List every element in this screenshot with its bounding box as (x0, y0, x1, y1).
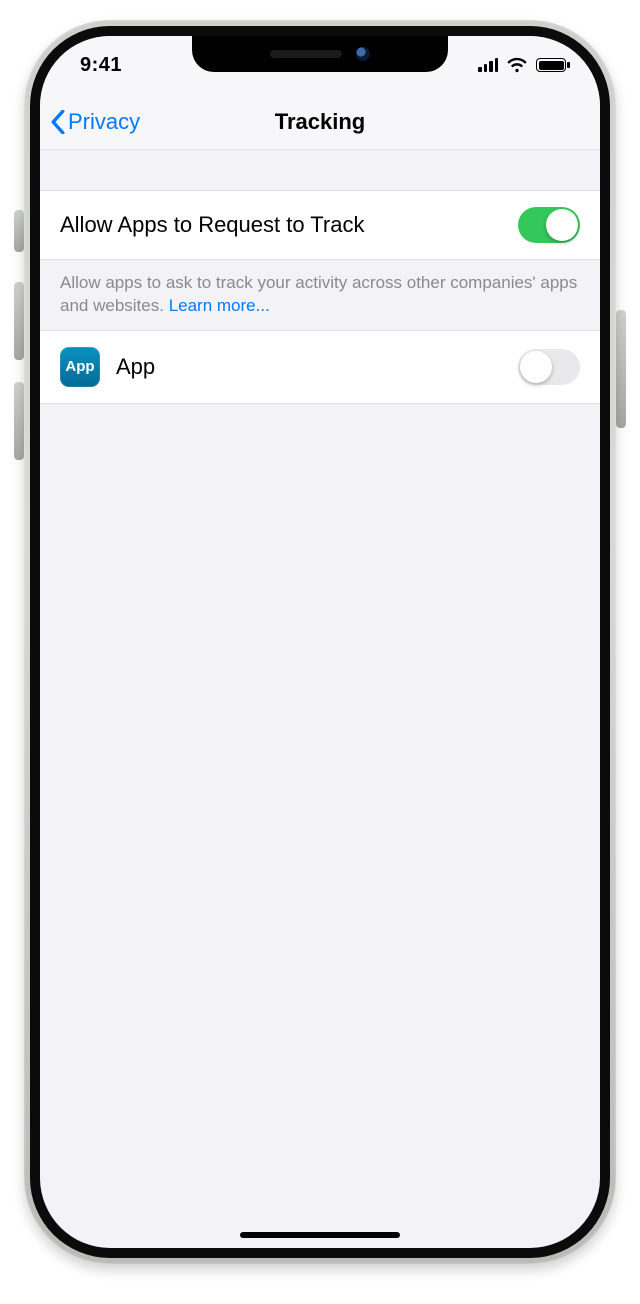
back-button[interactable]: Privacy (50, 94, 140, 149)
nav-bar: Privacy Tracking (40, 94, 600, 150)
allow-apps-request-row[interactable]: Allow Apps to Request to Track (40, 190, 600, 260)
page-title: Tracking (275, 109, 365, 135)
volume-down-button (14, 382, 24, 460)
battery-icon (536, 58, 566, 72)
toggle-knob (546, 209, 578, 241)
wifi-icon (506, 57, 528, 73)
notch (192, 36, 448, 72)
home-indicator[interactable] (240, 1232, 400, 1238)
power-button (616, 310, 626, 428)
device-frame: 9:41 Privacy Tracking (0, 0, 640, 1304)
chevron-left-icon (50, 110, 66, 134)
back-label: Privacy (68, 109, 140, 135)
screen: 9:41 Privacy Tracking (40, 36, 600, 1248)
front-camera-icon (356, 47, 370, 61)
learn-more-link[interactable]: Learn more... (169, 296, 270, 315)
app-icon-text: App (65, 358, 94, 375)
app-tracking-row[interactable]: App App (40, 330, 600, 404)
cellular-icon (478, 58, 498, 72)
status-time: 9:41 (80, 54, 122, 77)
speaker-grill (270, 50, 342, 58)
app-tracking-toggle[interactable] (518, 349, 580, 385)
toggle-knob (520, 351, 552, 383)
status-icons (478, 57, 566, 73)
app-name-label: App (116, 354, 155, 380)
mute-switch (14, 210, 24, 252)
footer-description: Allow apps to ask to track your activity… (60, 273, 577, 315)
allow-apps-toggle[interactable] (518, 207, 580, 243)
section-gap (40, 150, 600, 190)
volume-up-button (14, 282, 24, 360)
allow-apps-label: Allow Apps to Request to Track (60, 212, 365, 238)
app-icon: App (60, 347, 100, 387)
section-footer: Allow apps to ask to track your activity… (40, 260, 600, 330)
